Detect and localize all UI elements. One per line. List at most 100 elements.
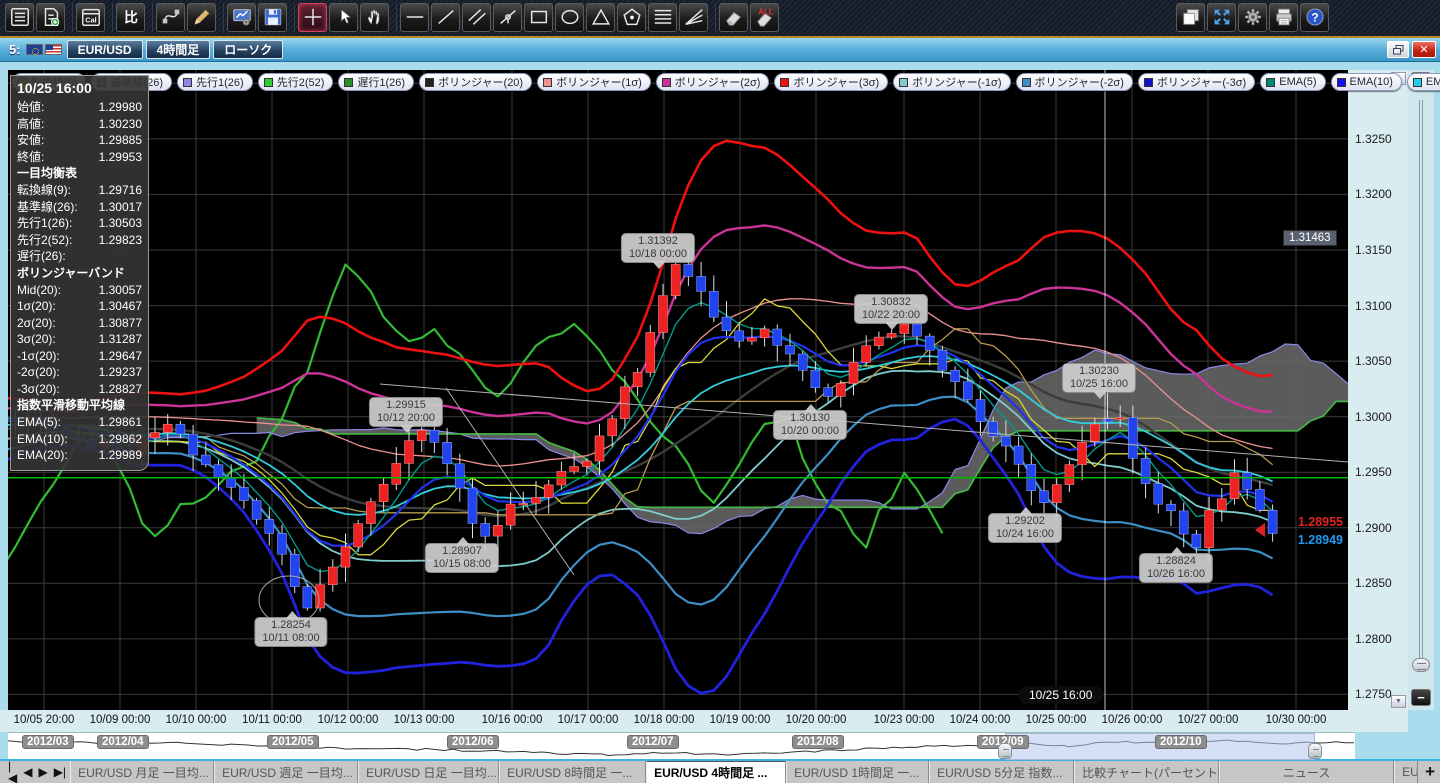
settings-gear-button[interactable] xyxy=(1238,3,1267,32)
pencil-button[interactable] xyxy=(187,3,216,32)
price-tick-label: 1.2950 xyxy=(1355,465,1392,479)
chart-type-button[interactable]: ローソク xyxy=(213,40,283,59)
chart-tab-4[interactable]: EUR/USD 8時間足 一... xyxy=(499,761,646,783)
price-axis[interactable]: ▲ ▼ 1.33001.32501.32001.31501.31001.3050… xyxy=(1348,70,1408,710)
save-button[interactable] xyxy=(258,3,287,32)
tab-next-button[interactable]: ▶ xyxy=(38,766,47,778)
trend-line-button[interactable] xyxy=(431,3,460,32)
legend-toggle-14[interactable]: EMA(10) xyxy=(1331,73,1402,91)
axis-scroll-down-button[interactable]: ▼ xyxy=(1391,695,1406,708)
compare-button[interactable]: 比 xyxy=(116,3,145,32)
horizontal-line-button[interactable] xyxy=(400,3,429,32)
info-label: EMA(5): xyxy=(17,414,61,431)
triangle-button[interactable] xyxy=(586,3,615,32)
range-navigator[interactable]: 2012/032012/042012/052012/062012/072012/… xyxy=(8,732,1355,759)
add-chart-tab-button[interactable]: + xyxy=(1420,761,1440,783)
timeframe-button[interactable]: 4時間足 xyxy=(146,40,211,59)
price-tick-label: 1.3250 xyxy=(1355,132,1392,146)
eraser-button[interactable] xyxy=(719,3,748,32)
callout-price: 1.28824 xyxy=(1147,555,1205,568)
time-tick-label: 10/23 00:00 xyxy=(874,714,935,726)
legend-toggle-8[interactable]: ボリンジャー(2σ) xyxy=(656,73,770,91)
scrollbar-track[interactable] xyxy=(1419,100,1423,672)
info-panel-timestamp: 10/25 16:00 xyxy=(17,80,142,96)
tab-first-button[interactable]: |◀ xyxy=(8,760,17,783)
legend-toggle-7[interactable]: ボリンジャー(1σ) xyxy=(537,73,651,91)
hand-button[interactable] xyxy=(360,3,389,32)
add-page-button[interactable] xyxy=(36,3,65,32)
restore-window-button[interactable] xyxy=(1387,41,1409,58)
price-tick-label: 1.2800 xyxy=(1355,632,1392,646)
pentagon-button[interactable] xyxy=(617,3,646,32)
legend-toggle-9[interactable]: ボリンジャー(3σ) xyxy=(774,73,888,91)
navigator-left-handle[interactable] xyxy=(998,743,1012,759)
settings-gear-icon xyxy=(1242,6,1264,28)
chart-tab-3[interactable]: EUR/USD 日足 一目均... xyxy=(358,761,499,783)
info-value: 1.30877 xyxy=(99,315,142,332)
compare-icon: 比 xyxy=(120,6,142,28)
legend-toggle-6[interactable]: ボリンジャー(20) xyxy=(419,73,532,91)
zoom-out-button[interactable]: − xyxy=(1411,689,1431,706)
scrollbar-handle[interactable] xyxy=(1412,658,1430,672)
legend-label: ボリンジャー(-2σ) xyxy=(1035,74,1124,90)
callout-price: 1.30230 xyxy=(1070,365,1128,378)
expand-button[interactable] xyxy=(1207,3,1236,32)
print-button[interactable] xyxy=(1269,3,1298,32)
time-tick-label: 10/05 20:00 xyxy=(14,714,75,726)
chart-tab-7[interactable]: EUR/USD 5分足 指数... xyxy=(929,761,1074,783)
price-tick-label: 1.2850 xyxy=(1355,576,1392,590)
quote-list-button[interactable] xyxy=(5,3,34,32)
fan-line-button[interactable] xyxy=(679,3,708,32)
cursor-button[interactable] xyxy=(329,3,358,32)
vertical-scrollbar[interactable]: + − xyxy=(1408,70,1434,710)
time-tick-label: 10/12 00:00 xyxy=(318,714,379,726)
legend-toggle-15[interactable]: EMA(20) xyxy=(1407,73,1440,91)
chart-tab-10[interactable]: EUR xyxy=(1394,761,1418,783)
legend-toggle-5[interactable]: 遅行1(26) xyxy=(338,73,414,91)
chart-tab-1[interactable]: EUR/USD 月足 一目均... xyxy=(70,761,214,783)
angle-line-button[interactable] xyxy=(493,3,522,32)
chart-tab-6[interactable]: EUR/USD 1時間足 一... xyxy=(786,761,929,783)
eraser-all-button[interactable]: ALL xyxy=(750,3,779,32)
eraser-all-icon: ALL xyxy=(754,6,776,28)
chart-tab-5[interactable]: EUR/USD 4時間足 ... xyxy=(646,761,786,783)
info-value: 1.30467 xyxy=(99,298,142,315)
legend-toggle-12[interactable]: ボリンジャー(-3σ) xyxy=(1138,73,1255,91)
windows-button[interactable] xyxy=(1176,3,1205,32)
chart-tab-2[interactable]: EUR/USD 週足 一目均... xyxy=(214,761,358,783)
chart-canvas[interactable]: 転換線(9)基準線(26)先行1(26)先行2(52)遅行1(26)ボリンジャー… xyxy=(8,70,1348,710)
angle-line-icon xyxy=(497,6,519,28)
rectangle-button[interactable] xyxy=(524,3,553,32)
close-window-button[interactable]: ✕ xyxy=(1412,41,1436,58)
spline-button[interactable] xyxy=(156,3,185,32)
legend-toggle-4[interactable]: 先行2(52) xyxy=(258,73,334,91)
legend-color-swatch xyxy=(344,78,353,87)
legend-toggle-11[interactable]: ボリンジャー(-2σ) xyxy=(1016,73,1133,91)
calendar-button[interactable]: Cal xyxy=(76,3,105,32)
info-label: -1σ(20): xyxy=(17,348,60,365)
legend-toggle-10[interactable]: ボリンジャー(-1σ) xyxy=(893,73,1010,91)
chart-application-window: Cal比ALL ? 5: EUR/USD 4時間足 ローソク ✕ 転換線(9)基… xyxy=(0,0,1440,783)
callout-price: 1.31392 xyxy=(629,235,687,248)
navigator-right-handle[interactable] xyxy=(1308,743,1322,759)
symbol-button[interactable]: EUR/USD xyxy=(67,40,143,59)
chart-settings-button[interactable] xyxy=(227,3,256,32)
price-tick-label: 1.3050 xyxy=(1355,354,1392,368)
price-tick-label: 1.3000 xyxy=(1355,410,1392,424)
chart-tab-9[interactable]: ニュース xyxy=(1219,761,1394,783)
help-button[interactable]: ? xyxy=(1300,3,1329,32)
fib-lines-button[interactable] xyxy=(648,3,677,32)
chart-tab-8[interactable]: 比較チャート(パーセント... xyxy=(1074,761,1219,783)
restore-icon xyxy=(1393,45,1404,55)
crosshair-button[interactable] xyxy=(298,3,327,32)
price-tick-label: 1.2750 xyxy=(1355,687,1392,701)
legend-toggle-13[interactable]: EMA(5) xyxy=(1260,73,1325,91)
price-chart xyxy=(8,70,1348,710)
tab-last-button[interactable]: ▶| xyxy=(54,766,66,778)
time-tick-label: 10/25 00:00 xyxy=(1026,714,1087,726)
legend-toggle-3[interactable]: 先行1(26) xyxy=(177,73,253,91)
parallel-lines-button[interactable] xyxy=(462,3,491,32)
chart-window-titlebar[interactable]: 5: EUR/USD 4時間足 ローソク ✕ xyxy=(0,38,1440,62)
ellipse-button[interactable] xyxy=(555,3,584,32)
tab-prev-button[interactable]: ◀ xyxy=(23,766,32,778)
